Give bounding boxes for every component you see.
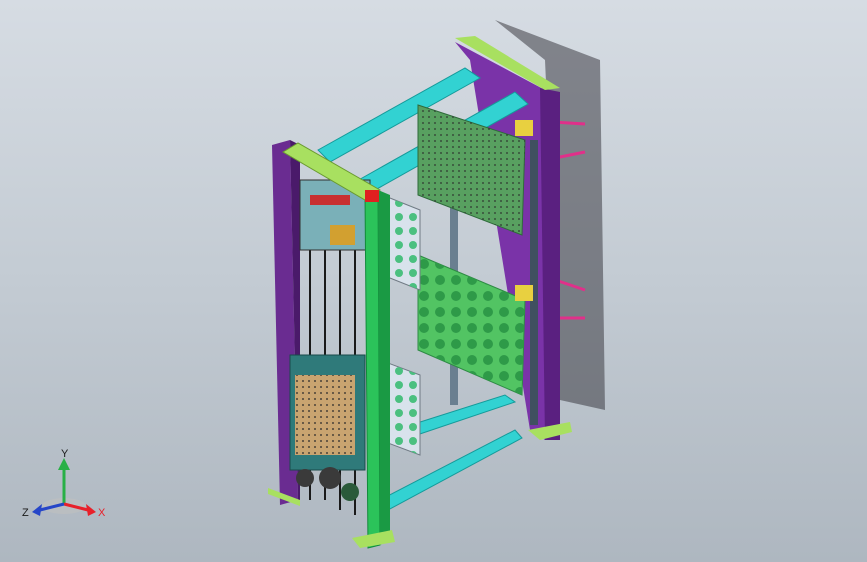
y-axis-label: Y — [61, 448, 69, 460]
front-right-upright — [364, 189, 390, 549]
lift-carriage — [289, 354, 366, 471]
cad-viewport[interactable]: Y X Z — [0, 0, 867, 562]
orientation-triad[interactable]: Y X Z — [22, 448, 106, 524]
z-axis-label: Z — [22, 507, 29, 519]
x-axis-arrow-icon — [86, 504, 96, 516]
bottom-pulleys — [296, 467, 359, 501]
z-axis-arrow-icon — [32, 504, 42, 516]
x-axis-label: X — [98, 507, 106, 519]
elevator-frame-3d-model[interactable] — [0, 0, 867, 562]
